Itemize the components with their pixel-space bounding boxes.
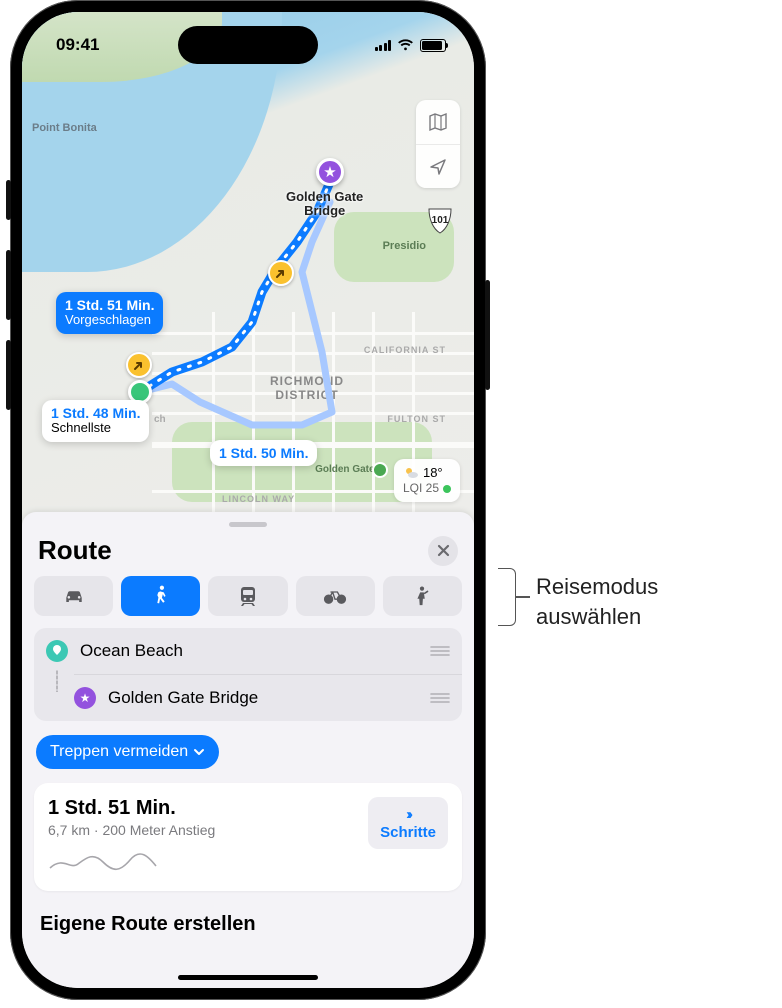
mode-bike[interactable] — [296, 576, 375, 616]
route-result-card[interactable]: 1 Std. 51 Min. 6,7 km · 200 Meter Anstie… — [34, 783, 462, 891]
waypoint-start-label: Ocean Beach — [80, 641, 183, 661]
waypoints-list: Ocean Beach ★ Golden Gate Bridge — [34, 628, 462, 721]
destination-label: Golden GateBridge — [286, 190, 363, 217]
callout-bracket — [498, 568, 516, 626]
phone-frame: 09:41 Poin — [10, 0, 486, 1000]
mode-car[interactable] — [34, 576, 113, 616]
end-dot-icon: ★ — [74, 687, 96, 709]
route-label-alt[interactable]: 1 Std. 50 Min. — [210, 440, 317, 466]
route-label-suggested[interactable]: 1 Std. 51 Min. Vorgeschlagen — [56, 292, 163, 334]
route-duration: 1 Std. 51 Min. — [48, 797, 358, 820]
reorder-handle-icon[interactable] — [430, 692, 450, 704]
double-chevron-icon: ›› — [380, 806, 436, 823]
locate-me-button[interactable] — [416, 144, 460, 188]
home-indicator[interactable] — [178, 975, 318, 980]
steps-button-label: Schritte — [380, 824, 436, 841]
battery-icon — [420, 39, 446, 52]
mode-walk[interactable] — [121, 576, 200, 616]
sheet-grabber[interactable] — [229, 522, 267, 527]
turn-badge — [126, 352, 152, 378]
callout-text: Reisemodusauswählen — [536, 572, 658, 631]
directions-sheet[interactable]: Route — [22, 512, 474, 988]
turn-badge — [268, 260, 294, 286]
screen: 09:41 Poin — [22, 12, 474, 988]
cellular-icon — [375, 39, 392, 51]
waypoint-end[interactable]: ★ Golden Gate Bridge — [74, 674, 462, 721]
route-label-fastest[interactable]: 1 Std. 48 Min. Schnellste — [42, 400, 149, 442]
sheet-title: Route — [38, 535, 112, 566]
mode-rideshare[interactable] — [383, 576, 462, 616]
map-view[interactable]: Point Bonita Presidio RICHMONDDISTRICT C… — [22, 12, 474, 532]
steps-button[interactable]: ›› Schritte — [368, 797, 448, 849]
aqi-dot-icon — [443, 485, 451, 493]
status-time: 09:41 — [56, 35, 99, 55]
route-meta: 6,7 km · 200 Meter Anstieg — [48, 822, 358, 838]
avoid-stairs-label: Treppen vermeiden — [50, 743, 188, 761]
close-button[interactable] — [428, 536, 458, 566]
map-controls — [416, 100, 460, 188]
close-icon — [437, 544, 450, 557]
callout-line — [516, 596, 530, 598]
elevation-sparkline — [48, 846, 158, 874]
sun-cloud-icon — [403, 465, 419, 481]
mode-picker — [34, 576, 462, 616]
map-mode-button[interactable] — [416, 100, 460, 144]
create-route-row[interactable]: Eigene Route erstellen — [34, 891, 462, 936]
wifi-icon — [397, 39, 414, 51]
mode-transit[interactable] — [208, 576, 287, 616]
waypoint-start[interactable]: Ocean Beach — [34, 628, 462, 674]
reorder-handle-icon[interactable] — [430, 645, 450, 657]
destination-pin[interactable]: ★ — [316, 158, 344, 186]
start-dot-icon — [46, 640, 68, 662]
park-poi-dot — [372, 462, 388, 478]
avoid-stairs-chip[interactable]: Treppen vermeiden — [36, 735, 219, 769]
waypoint-end-label: Golden Gate Bridge — [108, 688, 258, 708]
weather-chip[interactable]: 18° LQI 25 — [394, 459, 460, 502]
chevron-down-icon — [193, 746, 205, 758]
status-bar: 09:41 — [22, 12, 474, 66]
